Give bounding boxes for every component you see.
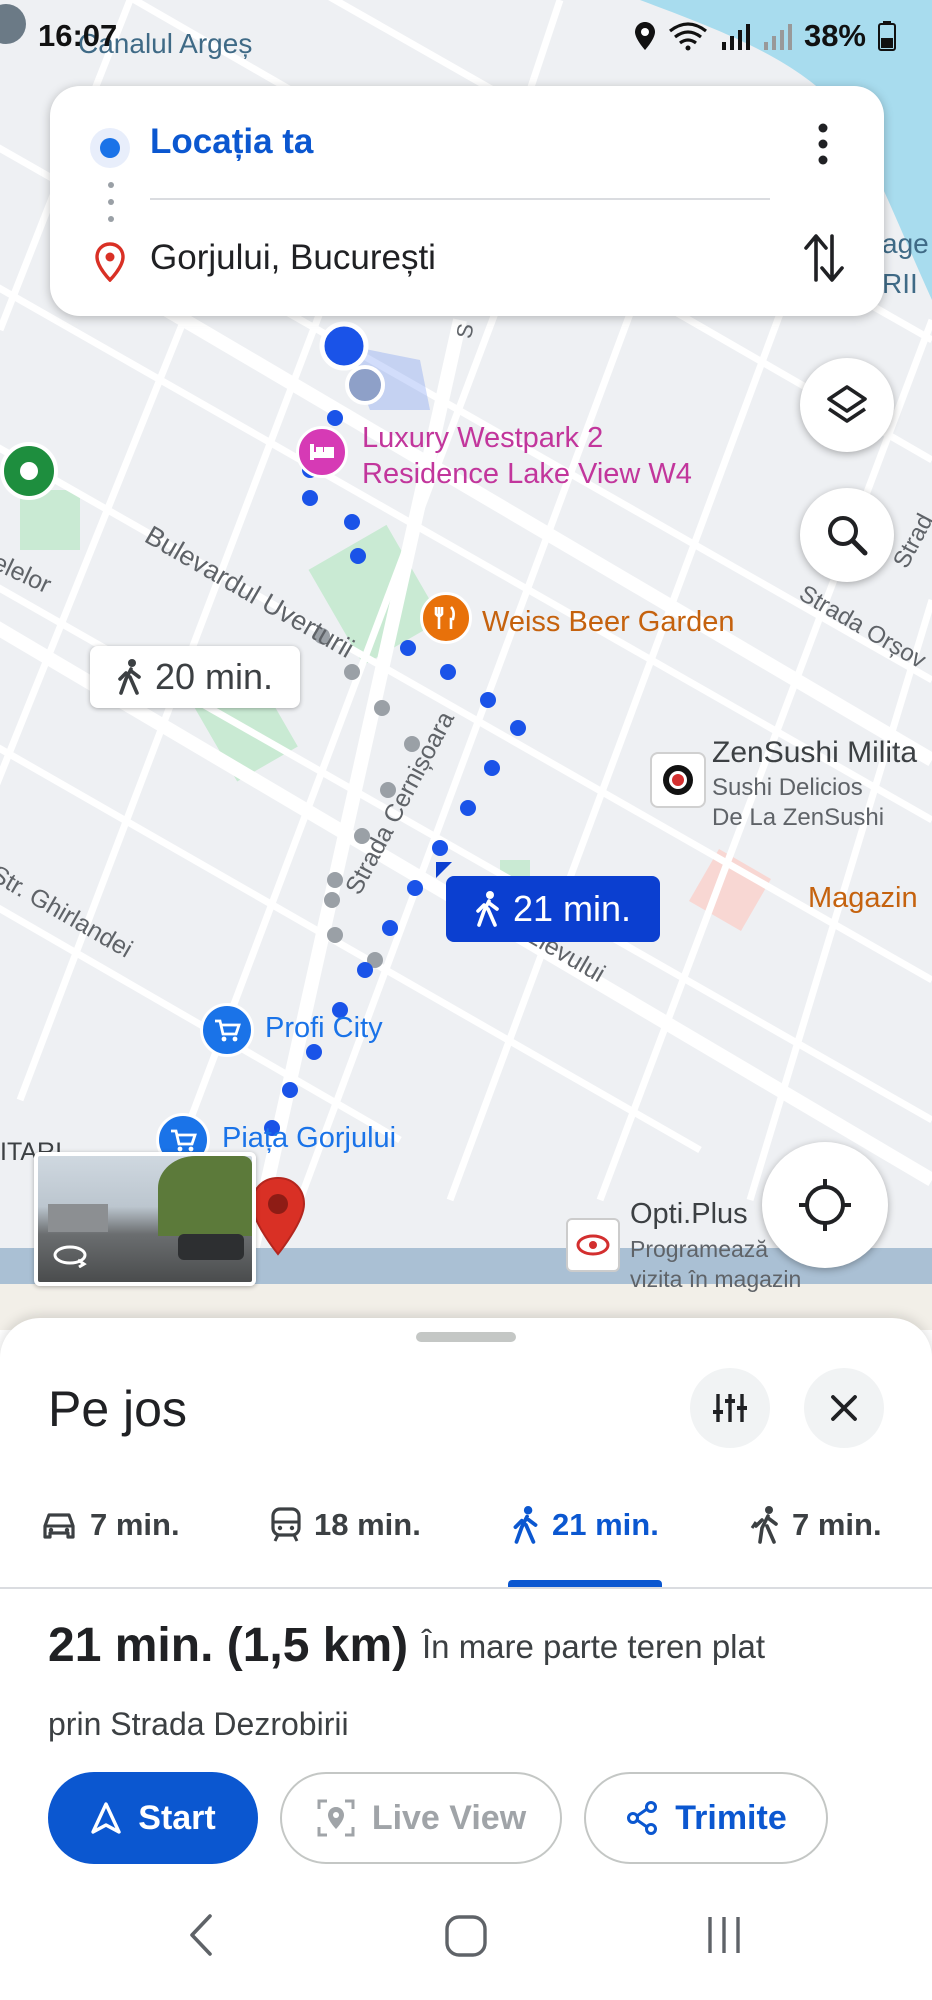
tabs-divider xyxy=(0,1587,932,1589)
tab-drive-label: 7 min. xyxy=(90,1507,180,1542)
my-location-button[interactable] xyxy=(762,1142,888,1268)
destination-field[interactable]: Gorjului, București xyxy=(150,238,436,278)
sushi-title[interactable]: ZenSushi Milita xyxy=(712,736,917,770)
route-connector-dots xyxy=(108,182,114,222)
sushi-logo-icon[interactable] xyxy=(650,752,706,808)
route-options-button[interactable] xyxy=(690,1368,770,1448)
opti-line-1: Programează xyxy=(630,1236,769,1262)
rotate-360-icon xyxy=(53,1245,87,1268)
active-tab-indicator xyxy=(508,1580,662,1587)
tab-rideshare[interactable]: 7 min. xyxy=(750,1500,882,1550)
rii-label: RII xyxy=(882,268,918,299)
my-location-dot xyxy=(319,321,369,371)
terrain-info: În mare parte teren plat xyxy=(422,1628,766,1665)
close-button[interactable] xyxy=(804,1368,884,1448)
battery-percent: 38% xyxy=(803,18,866,53)
status-time: 16:07 xyxy=(38,18,118,53)
status-right-cluster: 38% xyxy=(634,18,896,54)
sheet-title: Pe jos xyxy=(48,1381,187,1437)
sushi-line-1: Sushi Delicios xyxy=(712,774,863,801)
search-icon xyxy=(828,516,868,556)
share-button[interactable]: Trimite xyxy=(584,1772,828,1864)
tab-walk-label: 21 min. xyxy=(552,1507,659,1542)
start-button[interactable]: Start xyxy=(48,1772,258,1864)
origin-field[interactable]: Locația ta xyxy=(150,122,313,162)
building-shape xyxy=(48,1204,108,1232)
home-icon[interactable] xyxy=(444,1914,488,1958)
start-label: Start xyxy=(138,1798,216,1837)
more-options-icon[interactable] xyxy=(816,122,830,166)
destination-pin-icon[interactable] xyxy=(248,1176,308,1256)
drag-handle[interactable] xyxy=(416,1332,516,1342)
restaurant-label[interactable]: Weiss Beer Garden xyxy=(482,606,735,639)
car-icon xyxy=(43,1513,75,1539)
directions-card: Locația ta Gorjului, București xyxy=(50,86,884,316)
restaurant-icon[interactable] xyxy=(420,592,472,644)
walk-icon xyxy=(118,659,141,695)
tab-transit[interactable]: 18 min. xyxy=(270,1500,421,1550)
opti-title[interactable]: Opti.Plus xyxy=(630,1198,748,1231)
bubble-pointer xyxy=(436,862,452,878)
magazin-label[interactable]: Magazin xyxy=(808,882,918,915)
recent-apps-icon[interactable] xyxy=(704,1914,744,1956)
navigation-arrow-icon xyxy=(91,1802,121,1834)
back-icon[interactable] xyxy=(186,1912,216,1958)
signal-icon xyxy=(763,24,792,50)
piata-label[interactable]: Piața Gorjului xyxy=(222,1122,396,1155)
layers-button[interactable] xyxy=(800,358,894,452)
tab-transit-label: 18 min. xyxy=(314,1507,421,1542)
field-divider xyxy=(150,198,770,200)
rideshare-icon xyxy=(750,1506,778,1544)
tab-rideshare-label: 7 min. xyxy=(792,1507,882,1542)
opti-line-2: vizita în magazin xyxy=(630,1266,802,1292)
park-pin-icon[interactable] xyxy=(0,442,58,500)
hotel-icon[interactable] xyxy=(296,426,348,478)
opti-logo-icon[interactable] xyxy=(566,1218,620,1272)
tune-icon xyxy=(713,1394,747,1422)
origin-dot-icon xyxy=(90,128,130,168)
share-label: Trimite xyxy=(675,1798,787,1837)
live-view-icon xyxy=(317,1799,355,1837)
main-route-bubble[interactable]: 21 min. xyxy=(446,876,660,942)
tab-walk[interactable]: 21 min. xyxy=(512,1500,659,1550)
destination-marker-icon xyxy=(95,242,125,282)
live-view-label: Live View xyxy=(371,1798,527,1837)
origin-marker xyxy=(345,365,385,405)
location-icon xyxy=(634,22,655,50)
transit-icon xyxy=(271,1507,301,1542)
walk-icon xyxy=(476,891,499,927)
status-bar: 16:07 38% xyxy=(0,0,932,80)
crosshair-icon xyxy=(799,1179,851,1231)
swap-direction-icon[interactable] xyxy=(804,232,844,284)
alt-route-bubble[interactable]: 20 min. xyxy=(90,646,300,708)
age-label: age xyxy=(882,228,929,259)
sushi-line-2: De La ZenSushi xyxy=(712,804,885,831)
shopping-cart-icon[interactable] xyxy=(200,1003,254,1057)
system-nav-bar xyxy=(0,1880,932,2000)
hotel-label-2[interactable]: Residence Lake View W4 xyxy=(362,458,692,491)
wifi-icon xyxy=(668,22,707,51)
alt-route-time: 20 min. xyxy=(154,656,274,697)
hotel-label-1[interactable]: Luxury Westpark 2 xyxy=(362,422,603,455)
search-button[interactable] xyxy=(800,488,894,582)
live-view-button[interactable]: Live View xyxy=(280,1772,562,1864)
tab-drive[interactable]: 7 min. xyxy=(40,1500,180,1550)
main-route-time: 21 min. xyxy=(512,888,632,929)
car-shape xyxy=(178,1234,244,1260)
street-view-thumbnail[interactable] xyxy=(34,1152,256,1286)
route-duration-distance: 21 min. (1,5 km) xyxy=(48,1619,409,1672)
battery-icon xyxy=(878,21,896,51)
close-icon xyxy=(831,1395,857,1421)
notification-icon xyxy=(0,4,26,44)
profi-label[interactable]: Profi City xyxy=(265,1012,383,1045)
share-icon xyxy=(627,1801,658,1835)
signal-icon xyxy=(721,24,750,50)
walk-icon xyxy=(513,1506,538,1544)
tree-shape xyxy=(158,1156,252,1236)
layers-icon xyxy=(827,385,867,423)
route-via: prin Strada Dezrobirii xyxy=(48,1706,349,1742)
